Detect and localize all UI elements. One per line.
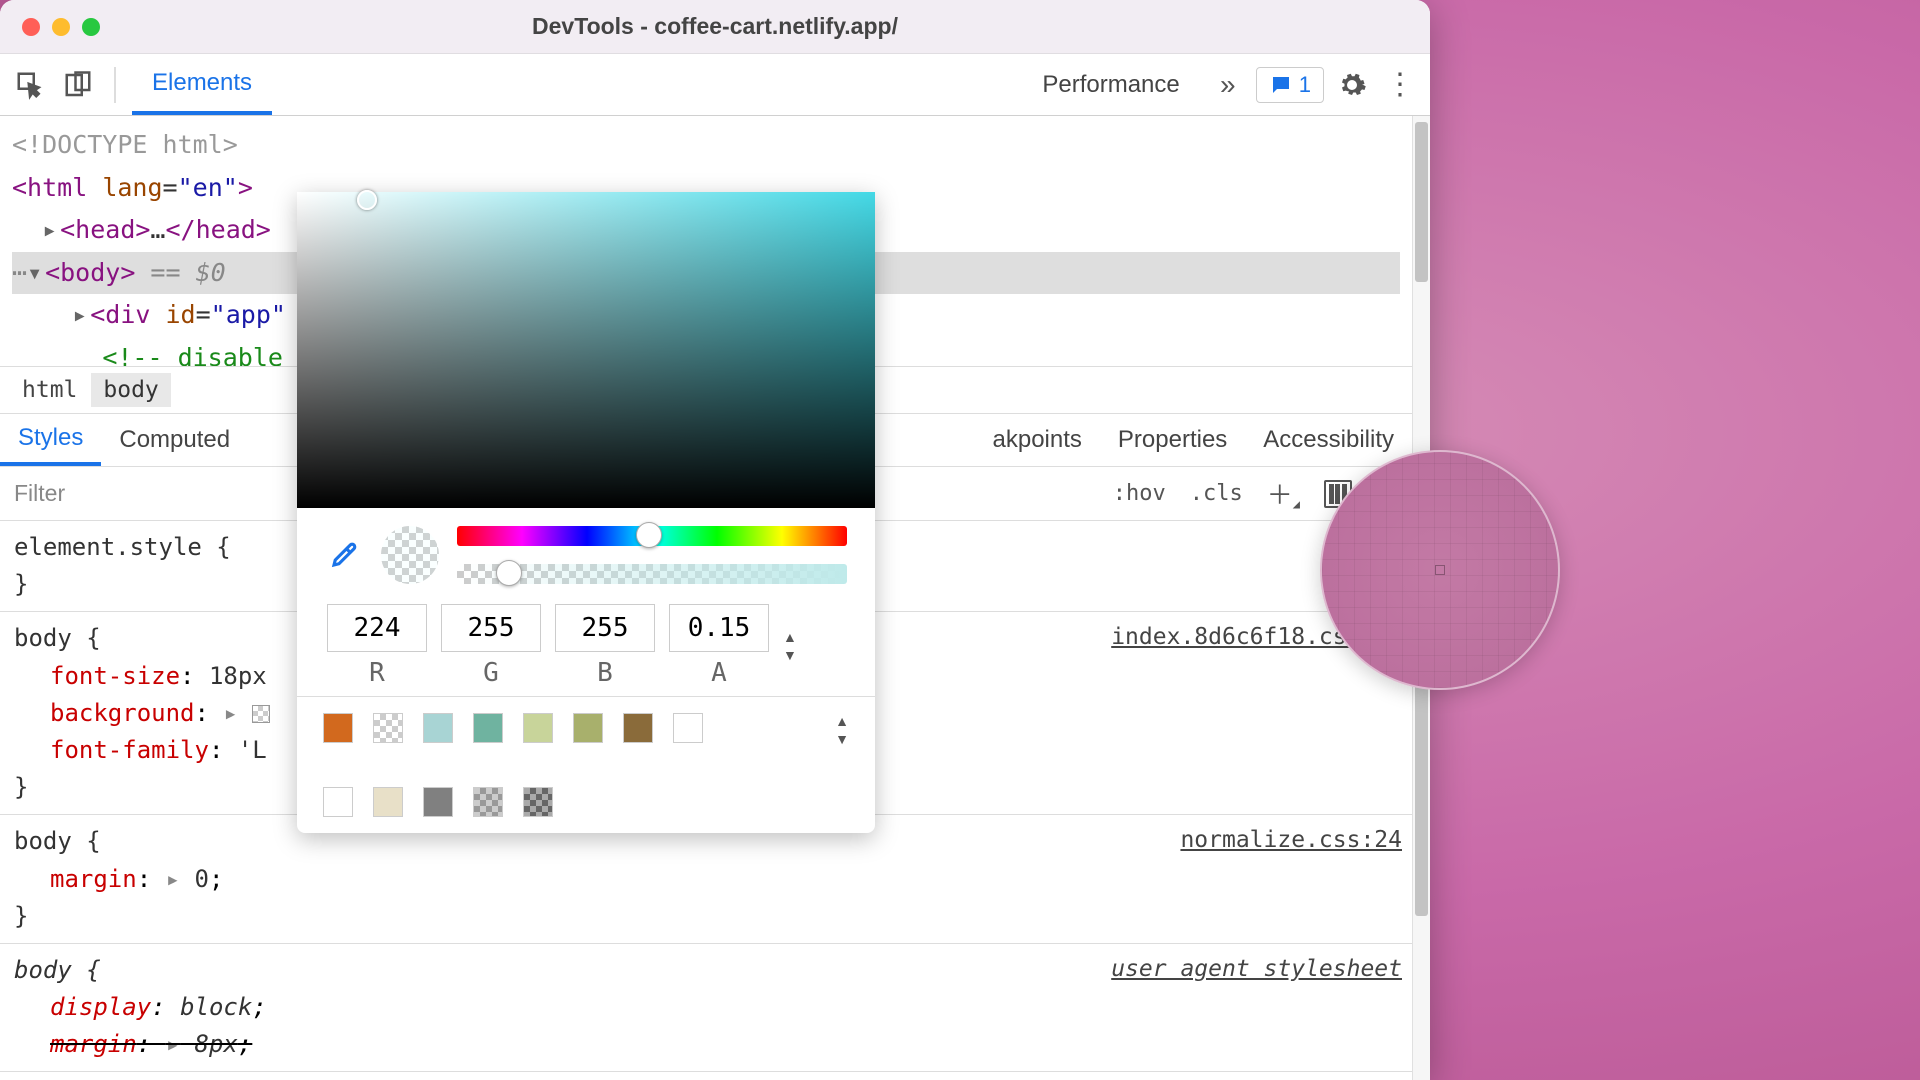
window-titlebar: DevTools - coffee-cart.netlify.app/: [0, 0, 1430, 54]
settings-icon[interactable]: [1332, 65, 1372, 105]
color-mode-toggle-icon[interactable]: ▲▼: [783, 629, 805, 663]
swatch[interactable]: [523, 787, 553, 817]
swatch[interactable]: [623, 713, 653, 743]
issues-count: 1: [1299, 72, 1311, 98]
hue-handle[interactable]: [636, 522, 662, 548]
b-input[interactable]: [555, 604, 655, 652]
r-input[interactable]: [327, 604, 427, 652]
source-link[interactable]: normalize.css:24: [1180, 823, 1402, 859]
swatch[interactable]: [373, 713, 403, 743]
swatch[interactable]: [523, 713, 553, 743]
rule-body-normalize[interactable]: normalize.css:24 body { margin: ▸ 0; }: [0, 815, 1412, 944]
subtab-styles[interactable]: Styles: [0, 414, 101, 466]
a-input[interactable]: [669, 604, 769, 652]
main-pane: <!DOCTYPE html> <html lang="en"> ▸<head>…: [0, 116, 1430, 1080]
swatch[interactable]: [423, 787, 453, 817]
saturation-value-field[interactable]: [297, 192, 875, 508]
rule-body-ua[interactable]: user agent stylesheet body { display: bl…: [0, 944, 1412, 1073]
scroll-thumb[interactable]: [1415, 676, 1428, 916]
zoom-icon[interactable]: [82, 18, 100, 36]
g-input[interactable]: [441, 604, 541, 652]
device-toolbar-icon[interactable]: [58, 65, 98, 105]
main-toolbar: Elements Performance » 1 ⋮: [0, 54, 1430, 116]
swatch[interactable]: [373, 787, 403, 817]
subtab-accessibility[interactable]: Accessibility: [1245, 414, 1412, 466]
window-title: DevTools - coffee-cart.netlify.app/: [532, 13, 898, 40]
scroll-thumb[interactable]: [1415, 122, 1428, 282]
subtab-breakpoints[interactable]: akpoints: [975, 414, 1100, 466]
crumb-html[interactable]: html: [10, 373, 89, 407]
tab-elements[interactable]: Elements: [132, 54, 272, 115]
palette-toggle-icon[interactable]: ▲▼: [835, 713, 849, 747]
cls-button[interactable]: .cls: [1178, 467, 1255, 520]
kebab-menu-icon[interactable]: ⋮: [1380, 65, 1420, 105]
issues-button[interactable]: 1: [1256, 67, 1324, 103]
subtab-computed[interactable]: Computed: [101, 414, 248, 466]
swatch[interactable]: [423, 713, 453, 743]
swatch[interactable]: [473, 713, 503, 743]
hov-button[interactable]: :hov: [1101, 467, 1178, 520]
traffic-lights: [22, 18, 100, 36]
more-tabs-icon[interactable]: »: [1208, 65, 1248, 105]
subtab-properties[interactable]: Properties: [1100, 414, 1245, 466]
minimize-icon[interactable]: [52, 18, 70, 36]
swatch[interactable]: [673, 713, 703, 743]
inspect-element-icon[interactable]: [10, 65, 50, 105]
alpha-handle[interactable]: [496, 560, 522, 586]
color-preview: [381, 526, 439, 584]
close-icon[interactable]: [22, 18, 40, 36]
hue-slider[interactable]: [457, 526, 847, 546]
alpha-slider[interactable]: [457, 564, 847, 584]
issue-icon: [1269, 73, 1293, 97]
source-ua: user agent stylesheet: [1111, 952, 1402, 988]
swatch[interactable]: [323, 787, 353, 817]
swatch[interactable]: [473, 787, 503, 817]
sv-handle[interactable]: [357, 190, 377, 210]
eyedropper-magnifier[interactable]: [1320, 450, 1560, 690]
devtools-window: DevTools - coffee-cart.netlify.app/ Elem…: [0, 0, 1430, 1080]
tab-performance[interactable]: Performance: [1022, 54, 1199, 115]
color-picker: R G B A ▲▼ ▲▼: [297, 192, 875, 833]
dom-doctype[interactable]: <!DOCTYPE html>: [12, 124, 1400, 167]
swatch[interactable]: [323, 713, 353, 743]
swatch[interactable]: [573, 713, 603, 743]
eyedropper-icon[interactable]: [325, 536, 363, 574]
crumb-body[interactable]: body: [91, 373, 170, 407]
new-style-rule-icon[interactable]: ＋◢: [1255, 467, 1312, 520]
palette: ▲▼: [297, 696, 875, 833]
magnifier-grid: [1322, 452, 1558, 688]
